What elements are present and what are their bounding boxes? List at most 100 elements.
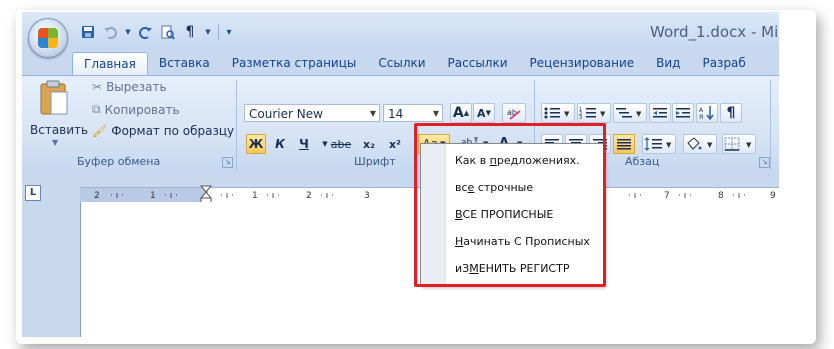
numbering-button[interactable]: 1 2 3 ▼ [577, 103, 611, 123]
line-spacing-button[interactable]: ▼ [642, 134, 676, 154]
menu-item-accel: п [489, 154, 497, 167]
grow-font-label: A [452, 105, 464, 121]
shrink-font-button[interactable]: A ▼ [473, 103, 495, 123]
format-painter-icon: 🖌 [92, 124, 108, 138]
menu-item-lowercase[interactable]: все строчные [455, 181, 533, 194]
menu-item-text: редложениях. [496, 154, 580, 167]
ruler-tick-dot: · ı · [110, 191, 124, 201]
menu-item-accel: В [455, 208, 463, 221]
ruler-tick-dot: · ı · [266, 191, 280, 201]
clear-formatting-button[interactable]: ab [502, 103, 526, 123]
cut-button[interactable]: ✂ Вырезать [92, 80, 167, 94]
ruler-tick: 1 [150, 191, 156, 201]
paste-dropdown-icon[interactable]: ▼ [52, 138, 58, 147]
paint-bucket-icon: ▼ [687, 137, 713, 150]
paragraph-group-label: Абзац [625, 155, 660, 168]
bullets-icon: ▼ [544, 107, 570, 119]
svg-text:▼: ▼ [636, 110, 642, 118]
quick-access-toolbar: ▼ ¶ ▼ ▾ [80, 23, 233, 41]
bullets-button[interactable]: ▼ [541, 103, 575, 123]
menu-item-sentence-case[interactable]: Как в предложениях. [455, 154, 580, 167]
change-case-menu: Как в предложениях. все строчные ВСЕ ПРО… [420, 143, 604, 286]
justify-button[interactable] [613, 134, 635, 154]
ruler-tick: 3 [364, 191, 370, 201]
separator [218, 24, 219, 40]
underline-button[interactable]: Ч [294, 134, 314, 154]
format-painter-button[interactable]: 🖌 Формат по образцу [92, 124, 234, 138]
copy-icon: ⧉ [92, 102, 101, 116]
copy-button[interactable]: ⧉ Копировать [92, 102, 180, 117]
menu-item-text: Как в [455, 154, 490, 167]
menu-item-text: строчные [474, 181, 534, 194]
multilevel-list-icon: ▼ [616, 108, 642, 118]
pilcrow-icon[interactable]: ¶ [182, 24, 198, 40]
menu-item-text: ЕНИТЬ РЕГИСТР [478, 262, 570, 275]
dropdown-arrow-icon[interactable]: ▼ [124, 24, 132, 40]
sort-icon: АЯ [699, 106, 714, 121]
tab-developer[interactable]: Разраб [691, 52, 756, 76]
show-marks-button[interactable]: ¶ [720, 103, 742, 123]
bold-button[interactable]: Ж [246, 134, 266, 154]
font-group-label: Шрифт [354, 155, 396, 168]
paragraph-launcher-icon[interactable]: ↘ [759, 157, 770, 168]
tab-review[interactable]: Рецензирование [519, 52, 646, 76]
tab-home[interactable]: Главная [72, 52, 148, 77]
strikethrough-button[interactable]: abe [328, 134, 354, 154]
group-separator [236, 80, 237, 170]
svg-text:▼: ▼ [746, 141, 752, 149]
svg-text:▼: ▼ [564, 110, 570, 118]
customize-icon[interactable]: ▾ [225, 24, 233, 40]
font-name-combo[interactable]: Courier New ▼ [244, 104, 380, 122]
italic-button[interactable]: К [270, 134, 290, 154]
superscript-button[interactable]: x² [384, 134, 406, 154]
multilevel-list-button[interactable]: ▼ [613, 103, 647, 123]
tab-insert[interactable]: Вставка [148, 52, 221, 76]
font-size-value: 14 [388, 107, 404, 121]
ruler-tick-dot: · ı · [320, 191, 334, 201]
shrink-font-label: A [477, 106, 486, 120]
paste-icon[interactable] [39, 80, 69, 118]
ruler-tick: 8 [718, 191, 724, 201]
clipboard-group-label: Буфер обмена [77, 155, 161, 168]
menu-item-uppercase[interactable]: ВСЕ ПРОПИСНЫЕ [455, 208, 553, 221]
tab-view[interactable]: Вид [645, 52, 691, 76]
grow-font-button[interactable]: A ▲ [450, 103, 472, 123]
svg-text:Я: Я [699, 114, 703, 121]
print-preview-icon[interactable] [160, 24, 176, 40]
redo-icon[interactable] [138, 24, 154, 40]
save-icon[interactable] [80, 24, 96, 40]
sort-button[interactable]: АЯ [696, 103, 718, 123]
ribbon: Вставить ▼ ✂ Вырезать ⧉ Копировать 🖌 Фор… [22, 75, 779, 173]
ribbon-tabs: Главная Вставка Разметка страницы Ссылки… [72, 52, 757, 77]
font-size-combo[interactable]: 14 ▼ [383, 104, 443, 122]
office-button[interactable] [28, 18, 68, 58]
dropdown-arrow-icon: ▼ [432, 109, 439, 118]
menu-item-toggle-case[interactable]: иЗМЕНИТЬ РЕГИСТР [455, 262, 569, 275]
window-title: Word_1.docx - Micros [650, 23, 779, 41]
tab-page-layout[interactable]: Разметка страницы [221, 52, 368, 76]
ruler-tick-dot: · ı · [732, 191, 746, 201]
undo-icon[interactable] [102, 24, 118, 40]
tab-mailings[interactable]: Рассылки [437, 52, 519, 76]
clipboard-launcher-icon[interactable]: ↘ [222, 157, 233, 168]
menu-item-text: СЕ ПРОПИСНЫЕ [462, 208, 554, 221]
ruler-tick-dot: · ı · [628, 191, 642, 201]
dropdown-arrow-icon[interactable]: ▼ [204, 24, 212, 40]
ruler-tick: 7 [664, 191, 670, 201]
shading-button[interactable]: ▼ [683, 134, 717, 154]
font-name-value: Courier New [249, 107, 323, 121]
paste-button[interactable]: Вставить [30, 123, 88, 137]
borders-button[interactable]: ▼ [722, 134, 756, 154]
menu-item-text: ачинать С Прописных [463, 235, 590, 248]
tab-references[interactable]: Ссылки [367, 52, 436, 76]
tab-stop-selector[interactable]: L [25, 185, 41, 201]
subscript-button[interactable]: x₂ [358, 134, 380, 154]
paste-label: Вставить [30, 123, 89, 137]
format-painter-label: Формат по образцу [111, 124, 235, 138]
svg-text:▼: ▼ [600, 110, 606, 118]
menu-item-capitalize-each-word[interactable]: Начинать С Прописных [455, 235, 590, 248]
office-logo-icon [38, 28, 58, 48]
increase-indent-button[interactable] [672, 103, 694, 123]
decrease-indent-button[interactable] [649, 103, 671, 123]
ruler-tick: 1 [252, 191, 258, 201]
